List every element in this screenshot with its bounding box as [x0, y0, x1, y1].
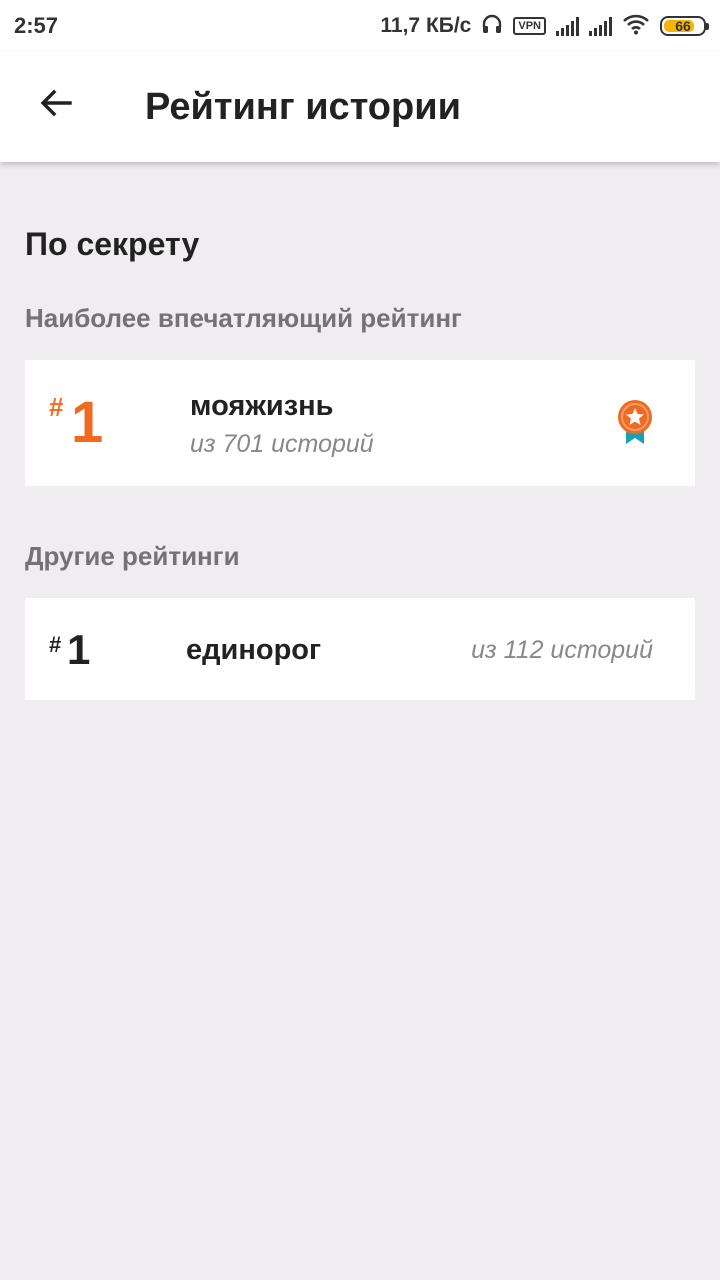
top-rating-heading: Наиболее впечатляющий рейтинг: [25, 303, 462, 333]
app-bar: Рейтинг истории: [0, 52, 720, 162]
story-count: из 701 историй: [190, 430, 374, 458]
signal-icon: [556, 16, 579, 36]
status-indicators: 11,7 КБ/с VPN 66: [380, 13, 709, 40]
rank-hash: #: [49, 392, 64, 422]
story-title: По секрету: [25, 226, 200, 262]
page-title: Рейтинг истории: [145, 86, 461, 128]
status-time: 2:57: [14, 13, 59, 38]
rank-hash: #: [49, 632, 62, 657]
status-bar: 2:57 11,7 КБ/с VPN 66: [0, 0, 720, 52]
vpn-badge: VPN: [513, 17, 546, 35]
signal-icon-2: [589, 16, 612, 36]
medal-icon: [613, 398, 657, 446]
rank-number: 1: [67, 626, 91, 673]
headphones-icon: [481, 13, 503, 40]
network-speed: 11,7 КБ/с: [380, 14, 472, 37]
rank-number: 1: [71, 390, 104, 455]
other-ratings-heading: Другие рейтинги: [25, 541, 240, 571]
battery-icon: 66: [660, 16, 709, 36]
battery-level: 66: [675, 18, 691, 34]
hashtag-name: единорог: [186, 634, 322, 666]
wifi-icon: [622, 13, 650, 40]
arrow-left-icon: [38, 85, 74, 126]
story-count: из 112 историй: [471, 636, 653, 664]
back-button[interactable]: [28, 77, 84, 133]
top-rating-card[interactable]: # 1 мояжизнь из 701 историй: [25, 360, 695, 486]
hashtag-name: мояжизнь: [190, 390, 334, 422]
list-item[interactable]: # 1 единорог из 112 историй: [25, 598, 695, 700]
